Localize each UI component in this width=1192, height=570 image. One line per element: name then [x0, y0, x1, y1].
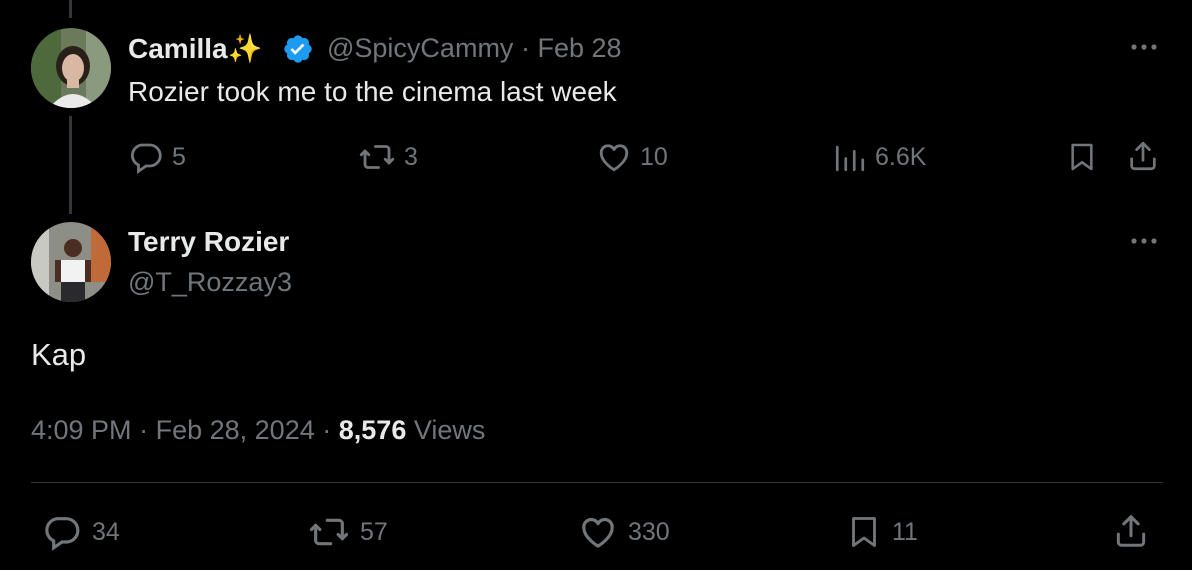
parent-share-button[interactable] — [1126, 138, 1160, 174]
main-display-name[interactable]: Terry Rozier — [128, 226, 289, 258]
main-tweet-meta: 4:09 PM · Feb 28, 2024 · 8,576 Views — [31, 415, 485, 446]
avatar-camilla[interactable] — [31, 28, 111, 108]
parent-display-name-text: Camilla — [128, 33, 228, 64]
main-like-count: 330 — [628, 517, 670, 546]
main-reply-button[interactable]: 34 — [42, 512, 120, 552]
parent-reply-button[interactable]: 5 — [128, 139, 186, 175]
main-reply-count: 34 — [92, 517, 120, 546]
meta-separator: · — [322, 415, 332, 445]
parent-meta: @SpicyCammy · Feb 28 — [327, 33, 622, 64]
share-icon — [1130, 141, 1156, 171]
main-views-label: Views — [413, 415, 486, 445]
parent-repost-count: 3 — [404, 142, 418, 171]
bookmark-icon — [852, 517, 876, 547]
parent-reply-count: 5 — [172, 142, 186, 171]
more-icon — [1131, 238, 1157, 244]
repost-icon — [359, 145, 395, 169]
parent-handle[interactable]: @SpicyCammy — [327, 33, 513, 63]
repost-icon — [309, 518, 349, 546]
avatar-terry-rozier[interactable] — [31, 222, 111, 302]
more-icon — [1131, 44, 1157, 50]
sparkles-emoji: ✨ — [227, 33, 263, 64]
main-bookmark-count: 11 — [892, 517, 918, 546]
main-like-button[interactable]: 330 — [578, 512, 670, 552]
parent-views-button[interactable]: 6.6K — [833, 139, 926, 175]
main-share-button[interactable] — [1112, 511, 1150, 551]
parent-like-count: 10 — [640, 142, 668, 171]
main-tweet-text: Kap — [31, 337, 87, 372]
main-views-count: 8,576 — [338, 415, 407, 445]
parent-date[interactable]: Feb 28 — [537, 33, 621, 63]
share-icon — [1116, 515, 1146, 547]
avatar-image — [31, 222, 111, 302]
parent-separator: · — [520, 33, 530, 63]
bookmark-icon — [1071, 143, 1093, 171]
main-time[interactable]: 4:09 PM — [31, 415, 132, 445]
parent-tweet-text: Rozier took me to the cinema last week — [128, 76, 617, 107]
parent-bookmark-button[interactable] — [1066, 139, 1098, 175]
parent-repost-button[interactable]: 3 — [358, 139, 418, 175]
parent-like-button[interactable]: 10 — [596, 139, 668, 175]
meta-separator: · — [139, 415, 149, 445]
main-repost-button[interactable]: 57 — [308, 512, 388, 552]
main-bookmark-button[interactable]: 11 — [846, 512, 918, 552]
heart-icon — [582, 517, 614, 548]
main-date[interactable]: Feb 28, 2024 — [156, 415, 315, 445]
thread-line-top — [69, 0, 72, 18]
views-icon — [835, 145, 865, 172]
main-repost-count: 57 — [360, 517, 388, 546]
thread-line — [69, 116, 72, 214]
parent-display-name[interactable]: Camilla✨ — [128, 32, 262, 65]
heart-icon — [599, 144, 629, 172]
reply-icon — [45, 517, 80, 551]
reply-icon — [130, 143, 162, 174]
main-handle[interactable]: @T_Rozzay3 — [128, 267, 292, 298]
main-more-button[interactable] — [1129, 231, 1161, 256]
parent-views-count: 6.6K — [875, 142, 927, 171]
avatar-image — [31, 28, 111, 108]
verified-badge-icon — [284, 35, 312, 63]
divider — [31, 482, 1163, 483]
parent-more-button[interactable] — [1129, 37, 1161, 62]
